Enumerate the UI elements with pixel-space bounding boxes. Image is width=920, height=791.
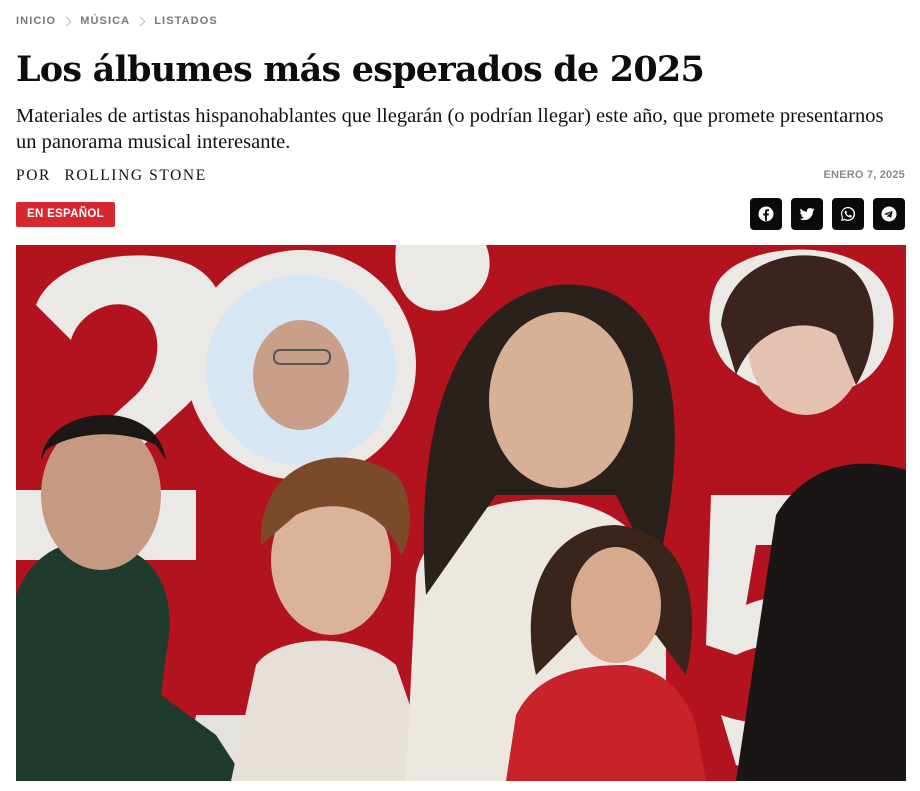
telegram-icon	[881, 206, 897, 222]
share-buttons	[750, 198, 905, 230]
chevron-right-icon	[61, 16, 72, 26]
publish-date: ENERO 7, 2025	[823, 169, 905, 181]
hero-image	[16, 245, 906, 781]
share-facebook-button[interactable]	[750, 198, 782, 230]
share-whatsapp-button[interactable]	[832, 198, 864, 230]
hero-collage-illustration	[16, 245, 906, 781]
breadcrumb: INICIO MÚSICA LISTADOS	[16, 15, 218, 27]
share-telegram-button[interactable]	[873, 198, 905, 230]
whatsapp-icon	[840, 206, 856, 222]
breadcrumb-listados[interactable]: LISTADOS	[154, 15, 218, 27]
byline-prefix: POR	[16, 167, 51, 184]
article-subtitle: Materiales de artistas hispanohablantes …	[16, 105, 884, 153]
breadcrumb-musica[interactable]: MÚSICA	[80, 15, 130, 27]
author-link[interactable]: ROLLING STONE	[64, 167, 206, 184]
chevron-right-icon	[135, 16, 146, 26]
category-tag[interactable]: EN ESPAÑOL	[16, 202, 115, 227]
breadcrumb-inicio[interactable]: INICIO	[16, 15, 56, 27]
facebook-icon	[758, 206, 774, 222]
twitter-icon	[799, 208, 815, 221]
share-twitter-button[interactable]	[791, 198, 823, 230]
page-title: Los álbumes más esperados de 2025	[16, 49, 705, 90]
byline: POR ROLLING STONE	[16, 167, 207, 185]
